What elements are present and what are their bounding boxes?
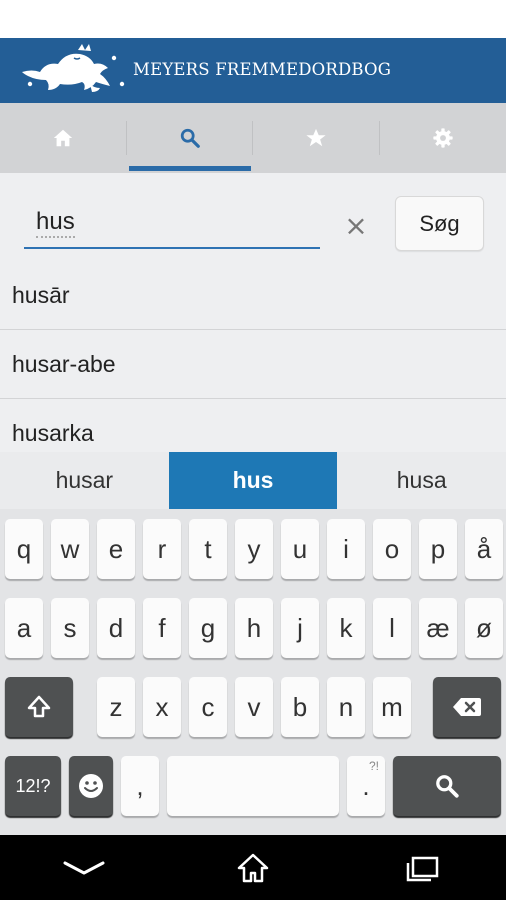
- key-a[interactable]: a: [5, 598, 43, 658]
- key-f[interactable]: f: [143, 598, 181, 658]
- suggestion-item[interactable]: husar: [0, 452, 169, 509]
- key-q[interactable]: q: [5, 519, 43, 579]
- home-icon: [54, 129, 73, 147]
- key-m[interactable]: m: [373, 677, 411, 737]
- hide-keyboard-button[interactable]: [54, 843, 114, 893]
- key-u[interactable]: u: [281, 519, 319, 579]
- search-button[interactable]: Søg: [395, 196, 484, 251]
- emoji-key[interactable]: [69, 756, 113, 816]
- gear-icon: [433, 128, 453, 148]
- key-h[interactable]: h: [235, 598, 273, 658]
- tab-settings[interactable]: [380, 103, 506, 173]
- space-key[interactable]: [167, 756, 339, 816]
- key-r[interactable]: r: [143, 519, 181, 579]
- search-icon: [436, 775, 459, 798]
- search-panel: hus × Søg husār husar-abe husarka: [0, 173, 506, 452]
- key-aa[interactable]: å: [465, 519, 503, 579]
- key-k[interactable]: k: [327, 598, 365, 658]
- home-button[interactable]: [223, 843, 283, 893]
- period-key[interactable]: ?! .: [347, 756, 385, 816]
- recent-apps-button[interactable]: [392, 843, 452, 893]
- app-title: MEYERS FREMMEDORDBOG: [133, 60, 392, 79]
- key-y[interactable]: y: [235, 519, 273, 579]
- key-e[interactable]: e: [97, 519, 135, 579]
- recent-apps-icon: [406, 856, 438, 881]
- suggestion-item[interactable]: husa: [337, 452, 506, 509]
- search-action-key[interactable]: [393, 756, 501, 816]
- key-o[interactable]: o: [373, 519, 411, 579]
- key-i[interactable]: i: [327, 519, 365, 579]
- result-item[interactable]: husarka: [0, 399, 506, 452]
- shift-arrow-icon: [27, 695, 51, 718]
- smiley-icon: [79, 774, 103, 798]
- key-z[interactable]: z: [97, 677, 135, 737]
- result-item[interactable]: husār: [0, 261, 506, 330]
- tab-search[interactable]: [127, 103, 254, 173]
- key-t[interactable]: t: [189, 519, 227, 579]
- key-n[interactable]: n: [327, 677, 365, 737]
- backspace-key[interactable]: [433, 677, 501, 737]
- key-c[interactable]: c: [189, 677, 227, 737]
- key-p[interactable]: p: [419, 519, 457, 579]
- key-b[interactable]: b: [281, 677, 319, 737]
- soft-keyboard: q w e r t y u i o p å a s d f g h j k l …: [0, 509, 506, 835]
- suggestion-strip: husar hus husa: [0, 452, 506, 509]
- status-bar-area: [0, 0, 506, 38]
- key-oe[interactable]: ø: [465, 598, 503, 658]
- search-icon: [180, 128, 200, 148]
- result-item[interactable]: husar-abe: [0, 330, 506, 399]
- result-label: husār: [12, 281, 70, 308]
- clear-search-button[interactable]: ×: [340, 209, 372, 242]
- key-g[interactable]: g: [189, 598, 227, 658]
- period-key-label: .: [362, 770, 370, 801]
- star-icon: [306, 128, 326, 147]
- lion-logo-icon: [22, 44, 125, 92]
- chevron-down-icon: [63, 861, 105, 874]
- key-s[interactable]: s: [51, 598, 89, 658]
- key-j[interactable]: j: [281, 598, 319, 658]
- search-field-value: hus: [36, 208, 75, 238]
- system-nav-bar: [0, 835, 506, 900]
- key-d[interactable]: d: [97, 598, 135, 658]
- symbols-key[interactable]: 12!?: [5, 756, 61, 816]
- key-w[interactable]: w: [51, 519, 89, 579]
- app-header: MEYERS FREMMEDORDBOG: [0, 38, 506, 103]
- tab-selected-indicator: [128, 166, 251, 171]
- period-key-sub-label: ?!: [368, 759, 379, 773]
- result-label: husar-abe: [12, 350, 116, 377]
- app-screen: MEYERS FREMMEDORDBOG hus × Søg husār hus…: [0, 0, 506, 900]
- backspace-icon: [453, 698, 481, 716]
- result-label: husarka: [12, 419, 94, 446]
- key-l[interactable]: l: [373, 598, 411, 658]
- results-list: husār husar-abe husarka: [0, 261, 506, 452]
- tab-favorites[interactable]: [253, 103, 380, 173]
- key-v[interactable]: v: [235, 677, 273, 737]
- shift-key[interactable]: [5, 677, 73, 737]
- comma-key[interactable]: ,: [121, 756, 159, 816]
- tab-home[interactable]: [0, 103, 127, 173]
- key-x[interactable]: x: [143, 677, 181, 737]
- suggestion-item-active[interactable]: hus: [168, 452, 338, 509]
- key-ae[interactable]: æ: [419, 598, 457, 658]
- home-outline-icon: [237, 853, 269, 882]
- tab-bar: [0, 103, 506, 173]
